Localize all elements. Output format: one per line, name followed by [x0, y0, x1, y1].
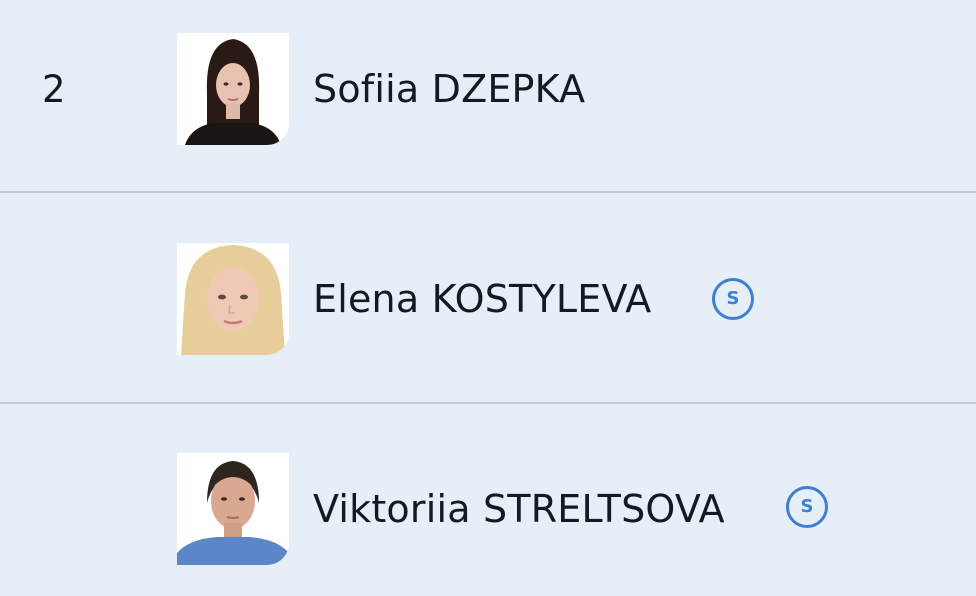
- athlete-row[interactable]: Elena KOSTYLEVA S: [0, 194, 976, 404]
- athlete-photo: [177, 243, 289, 355]
- person-portrait-icon: [177, 453, 289, 565]
- person-portrait-icon: [177, 243, 289, 355]
- athlete-name[interactable]: Viktoriia STRELTSOVA: [313, 490, 725, 528]
- rank-number: 2: [42, 68, 66, 111]
- athlete-row[interactable]: 2 Sofiia DZEPKA: [0, 0, 976, 193]
- athlete-list: 2 Sofiia DZEPKA Elena KOSTYLEVA S Viktor…: [0, 0, 976, 596]
- substitute-badge-icon: S: [712, 278, 754, 320]
- athlete-name[interactable]: Sofiia DZEPKA: [313, 70, 585, 108]
- athlete-row[interactable]: Viktoriia STRELTSOVA S: [0, 404, 976, 596]
- athlete-photo: [177, 33, 289, 145]
- substitute-badge-icon: S: [786, 486, 828, 528]
- athlete-name[interactable]: Elena KOSTYLEVA: [313, 280, 651, 318]
- athlete-photo: [177, 453, 289, 565]
- person-portrait-icon: [177, 33, 289, 145]
